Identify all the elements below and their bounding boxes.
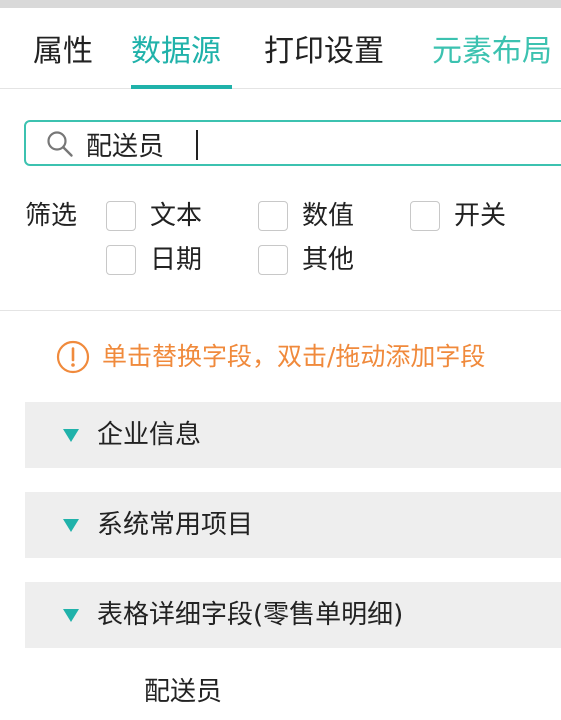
field-item-dispatcher[interactable]: 配送员 xyxy=(144,674,222,710)
tab-print-settings[interactable]: 打印设置 xyxy=(264,32,384,72)
caret-down-icon xyxy=(63,428,79,442)
caret-down-icon xyxy=(63,608,79,622)
tab-datasource[interactable]: 数据源 xyxy=(131,32,221,72)
filter-switch-label: 开关 xyxy=(454,201,507,231)
warning-circle-icon xyxy=(56,340,90,374)
group-label: 系统常用项目 xyxy=(97,510,254,540)
filter-text-checkbox[interactable] xyxy=(106,201,136,231)
filter-other-checkbox[interactable] xyxy=(258,245,288,275)
group-table-detail-fields[interactable]: 表格详细字段(零售单明细) xyxy=(25,582,561,648)
caret-down-icon xyxy=(63,518,79,532)
filter-date-checkbox[interactable] xyxy=(106,245,136,275)
group-enterprise-info[interactable]: 企业信息 xyxy=(25,402,561,468)
tab-bar: 属性 数据源 打印设置 元素布局 xyxy=(0,8,561,89)
tab-properties[interactable]: 属性 xyxy=(33,32,93,72)
search-icon xyxy=(46,130,74,158)
top-bar xyxy=(0,0,561,8)
filter-label: 筛选 xyxy=(25,201,78,231)
hint-text: 单击替换字段，双击/拖动添加字段 xyxy=(102,342,486,371)
group-label: 表格详细字段(零售单明细) xyxy=(97,600,404,630)
filter-number-checkbox[interactable] xyxy=(258,201,288,231)
tab-element-layout[interactable]: 元素布局 xyxy=(432,32,552,72)
filter-switch-checkbox[interactable] xyxy=(410,201,440,231)
filter-text-label: 文本 xyxy=(150,201,203,231)
search-input[interactable] xyxy=(86,126,561,162)
search-box[interactable] xyxy=(24,120,561,166)
group-system-common[interactable]: 系统常用项目 xyxy=(25,492,561,558)
filter-number-label: 数值 xyxy=(302,201,355,231)
active-tab-indicator xyxy=(131,85,232,89)
group-label: 企业信息 xyxy=(97,420,202,450)
section-divider xyxy=(0,310,561,311)
text-caret xyxy=(196,130,198,160)
filter-date-label: 日期 xyxy=(150,245,203,275)
filter-other-label: 其他 xyxy=(302,245,355,275)
